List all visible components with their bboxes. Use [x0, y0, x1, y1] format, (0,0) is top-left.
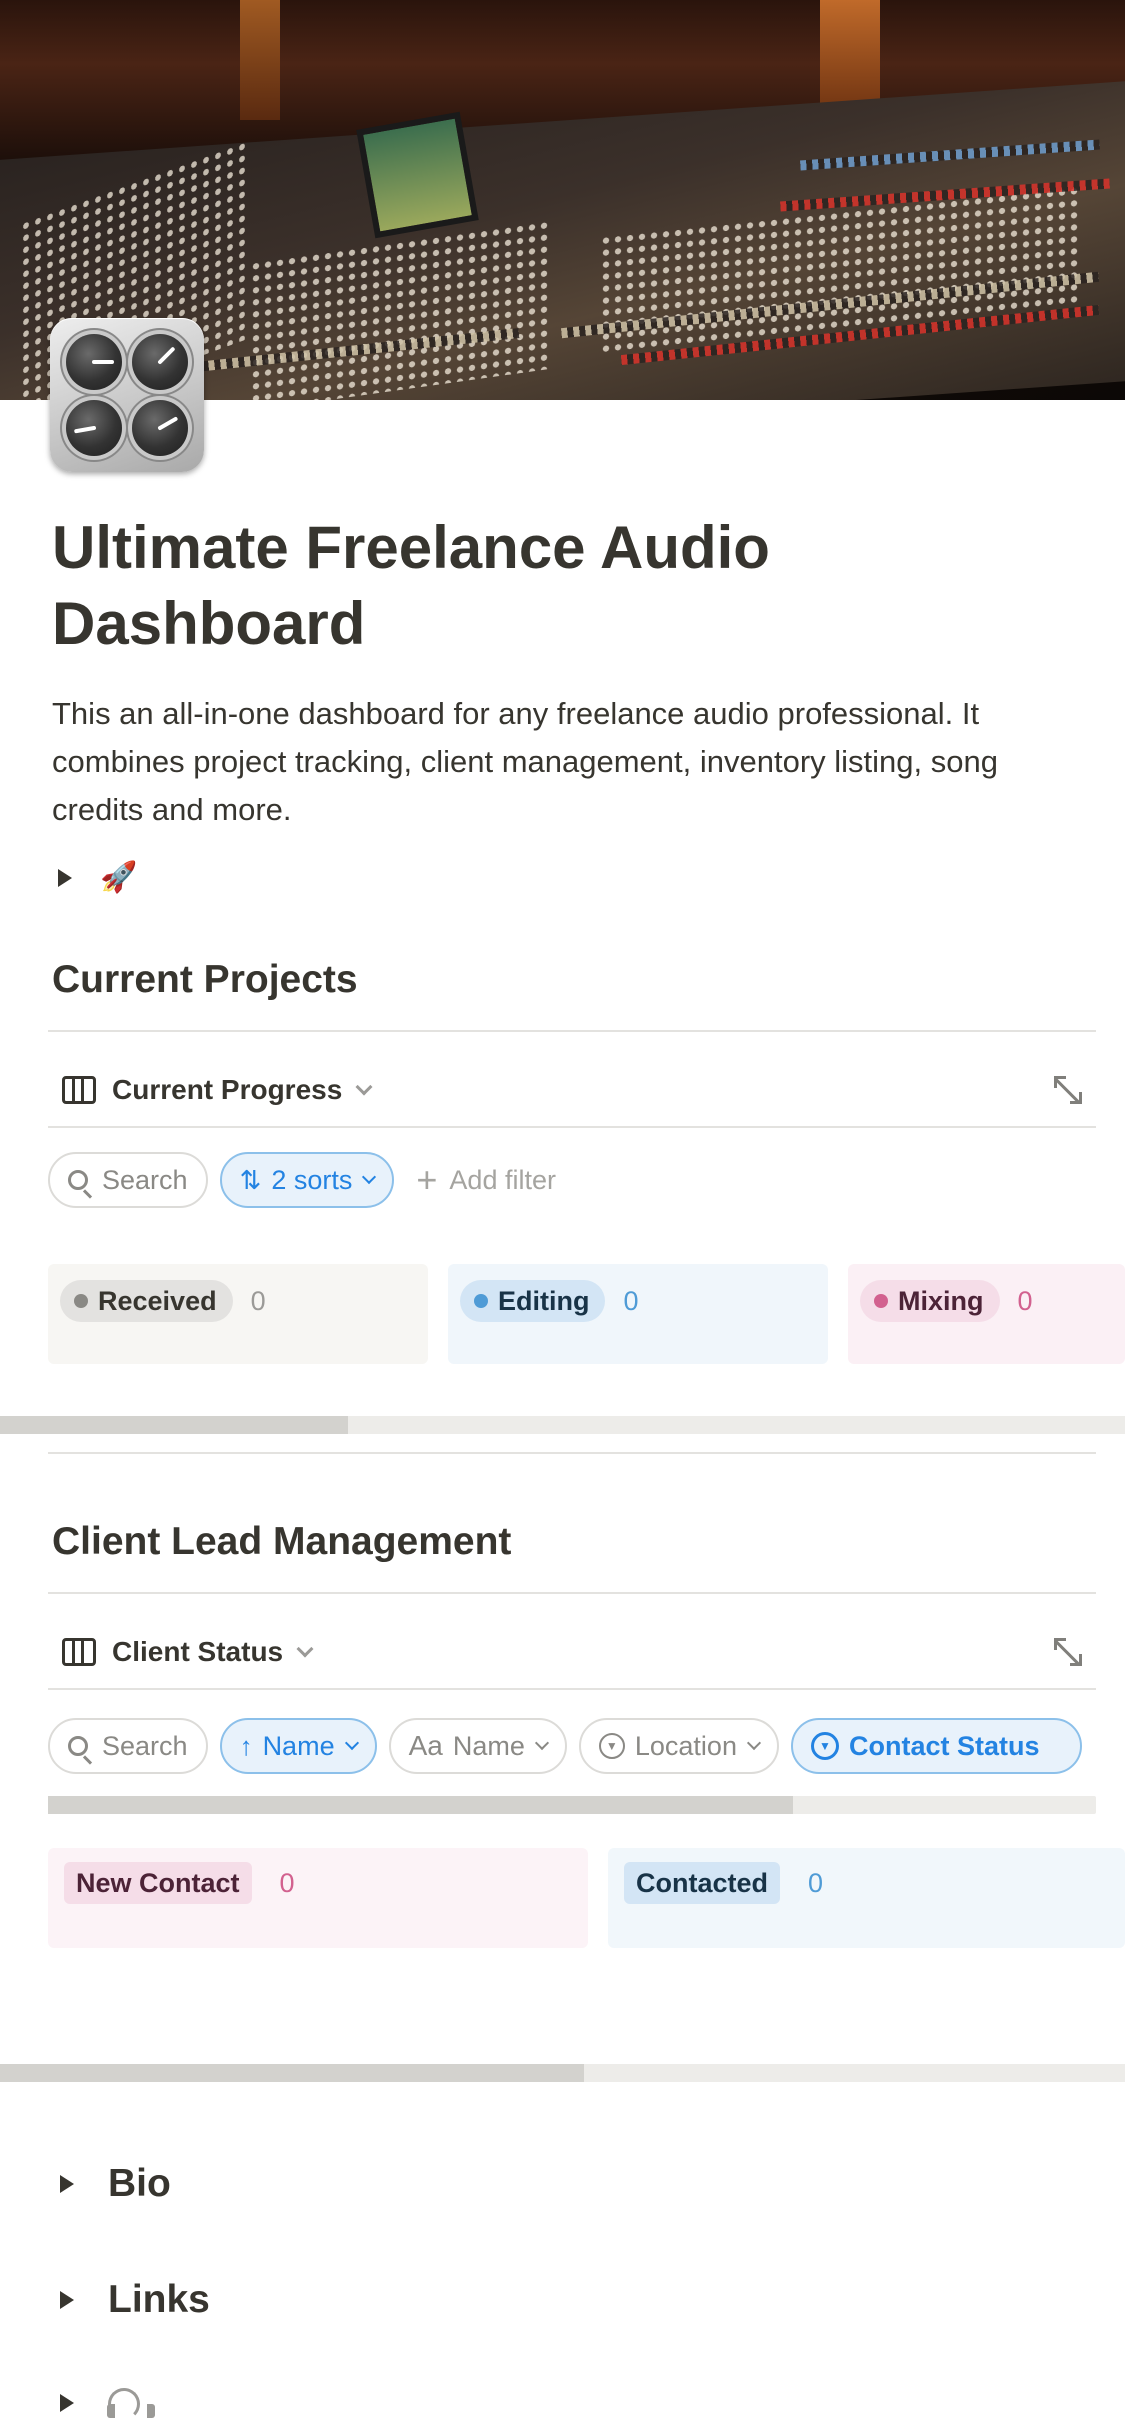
rocket-toggle[interactable]: 🚀: [58, 860, 137, 895]
view-name: Client Status: [112, 1636, 284, 1667]
chevron-down-icon: [534, 1735, 549, 1751]
expand-icon[interactable]: [1054, 1076, 1082, 1104]
status-tag-contacted[interactable]: Contacted: [624, 1862, 781, 1904]
toggle-links[interactable]: Links: [60, 2278, 210, 2322]
chevron-down-icon: [362, 1169, 377, 1185]
column-count: 0: [1017, 1285, 1033, 1316]
search-icon: [68, 1170, 88, 1190]
column-count: 0: [250, 1285, 266, 1316]
client-leads-toolbar: Search ↑ Name Aa Name ▼ Location ▼ Conta…: [48, 1718, 1082, 1774]
filter-contact-status-button[interactable]: ▼ Contact Status: [790, 1718, 1082, 1774]
divider: [48, 1126, 1096, 1128]
toggle-arrow-icon[interactable]: [60, 2175, 74, 2193]
board-column-mixing: Mixing 0: [848, 1264, 1125, 1364]
add-filter-button[interactable]: + Add filter: [406, 1162, 566, 1198]
sort-name-button[interactable]: ↑ Name: [219, 1718, 377, 1774]
divider: [48, 1592, 1096, 1594]
expand-icon[interactable]: [1054, 1638, 1082, 1666]
divider: [48, 1688, 1096, 1690]
toggle-bio[interactable]: Bio: [60, 2162, 171, 2206]
column-count: 0: [623, 1285, 639, 1316]
mixer-knobs-icon[interactable]: [50, 318, 204, 472]
view-name: Current Progress: [112, 1074, 343, 1105]
filter-location-button[interactable]: ▼ Location: [578, 1718, 779, 1774]
horizontal-scrollbar[interactable]: [48, 1796, 1096, 1814]
toggle-arrow-icon[interactable]: [58, 868, 72, 887]
toggle-headphones[interactable]: [60, 2388, 155, 2420]
board-column-contacted: Contacted 0: [608, 1848, 1125, 1948]
current-projects-toolbar: Search ⇅ 2 sorts + Add filter: [48, 1152, 566, 1208]
status-tag-mixing[interactable]: Mixing: [860, 1280, 1000, 1322]
select-icon: ▼: [598, 1733, 625, 1759]
sort-icon: ⇅: [239, 1164, 262, 1195]
client-lead-heading: Client Lead Management: [52, 1520, 512, 1563]
status-tag-new-contact[interactable]: New Contact: [64, 1862, 252, 1904]
toggle-label: Links: [108, 2278, 210, 2321]
text-aa-icon: Aa: [408, 1730, 443, 1761]
chevron-down-icon: [746, 1735, 762, 1751]
board-view-icon: [62, 1076, 96, 1104]
filter-name-button[interactable]: Aa Name: [388, 1718, 567, 1774]
search-icon: [68, 1736, 88, 1756]
toggle-label: Bio: [108, 2162, 171, 2205]
chevron-down-icon: [355, 1078, 373, 1096]
rocket-icon: 🚀: [100, 861, 138, 894]
horizontal-scrollbar[interactable]: [0, 1416, 1125, 1434]
page-description[interactable]: This an all-in-one dashboard for any fre…: [52, 690, 1082, 834]
board-column-editing: Editing 0: [448, 1264, 828, 1364]
arrow-up-icon: ↑: [239, 1730, 253, 1761]
status-tag-received[interactable]: Received: [60, 1280, 233, 1322]
board-column-new-contact: New Contact 0: [48, 1848, 588, 1948]
horizontal-scrollbar[interactable]: [0, 2064, 1125, 2082]
column-count: 0: [279, 1867, 295, 1898]
board-column-received: Received 0: [48, 1264, 428, 1364]
search-button[interactable]: Search: [48, 1718, 208, 1774]
status-tag-editing[interactable]: Editing: [460, 1280, 606, 1322]
divider: [48, 1030, 1096, 1032]
toggle-arrow-icon[interactable]: [60, 2291, 74, 2309]
chevron-down-icon: [344, 1735, 359, 1751]
sorts-button[interactable]: ⇅ 2 sorts: [219, 1152, 395, 1208]
select-icon: ▼: [810, 1732, 839, 1760]
column-count: 0: [808, 1867, 824, 1898]
search-button[interactable]: Search: [48, 1152, 208, 1208]
chevron-down-icon: [296, 1640, 314, 1658]
board-view-icon: [62, 1638, 96, 1666]
view-selector-current-progress[interactable]: Current Progress: [62, 1074, 373, 1106]
plus-icon: +: [416, 1159, 438, 1200]
divider: [48, 1452, 1096, 1454]
toggle-arrow-icon[interactable]: [60, 2394, 74, 2412]
client-filter-row-viewport: Search ↑ Name Aa Name ▼ Location ▼ Conta…: [0, 1714, 1096, 1778]
page-title[interactable]: Ultimate Freelance Audio Dashboard: [52, 510, 1052, 662]
headphones-icon: [107, 2388, 155, 2420]
view-selector-client-status[interactable]: Client Status: [62, 1636, 314, 1668]
current-projects-heading: Current Projects: [52, 958, 358, 1001]
